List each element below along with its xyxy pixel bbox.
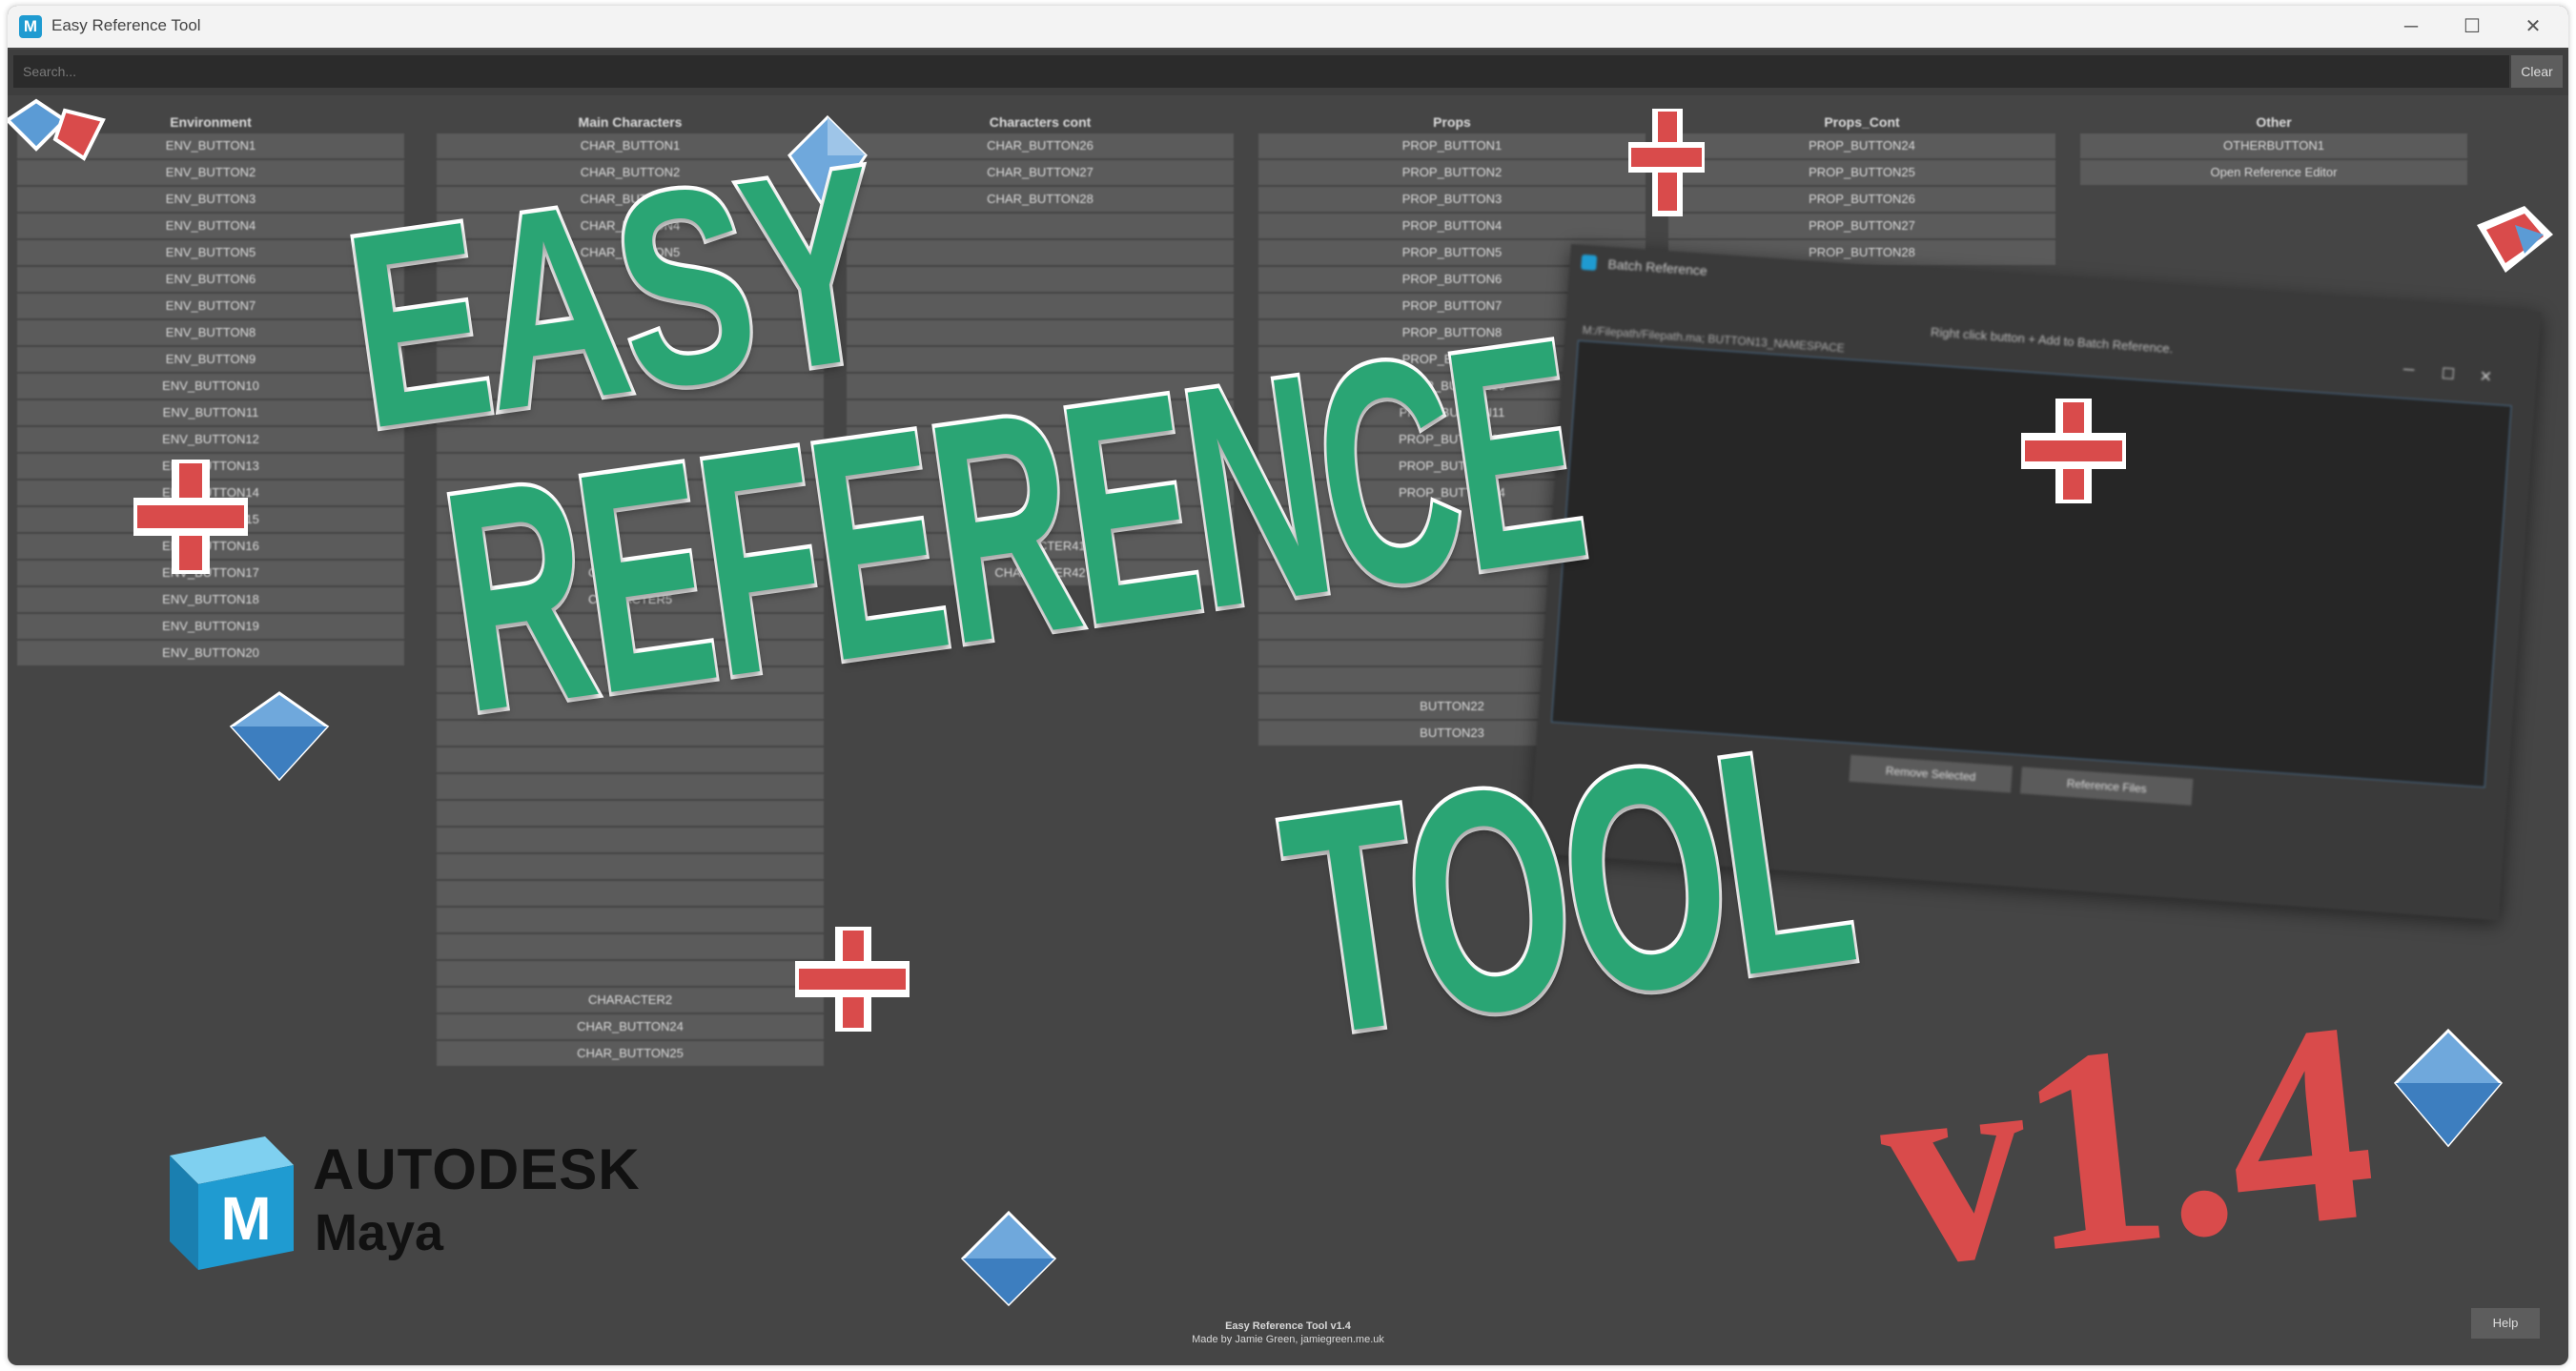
- maya-app-icon: [1581, 254, 1598, 271]
- footer-credits: Easy Reference Tool v1.4 Made by Jamie G…: [8, 1320, 2568, 1346]
- diamond-icon: [2393, 1028, 2504, 1148]
- maya-cube-icon: M: [170, 1136, 294, 1270]
- diamond-icon: [961, 1211, 1056, 1306]
- reference-button[interactable]: PROP_BUTTON26: [1668, 187, 2055, 212]
- reference-button[interactable]: [437, 934, 824, 959]
- reference-button[interactable]: ENV_BUTTON8: [17, 320, 404, 345]
- reference-button[interactable]: [437, 854, 824, 879]
- reference-button[interactable]: [437, 908, 824, 932]
- search-input[interactable]: [13, 55, 2509, 88]
- plus-icon: [1628, 109, 1705, 216]
- reference-button[interactable]: PROP_BUTTON2: [1258, 160, 1646, 185]
- reference-button[interactable]: [437, 881, 824, 906]
- clear-button[interactable]: Clear: [2511, 55, 2563, 88]
- column-other: Other OTHERBUTTON1 Open Reference Editor: [2080, 111, 2467, 187]
- reference-button[interactable]: ENV_BUTTON20: [17, 641, 404, 665]
- reference-button[interactable]: PROP_BUTTON25: [1668, 160, 2055, 185]
- maya-cube-letter: M: [220, 1184, 271, 1253]
- diamond-icon: [8, 98, 106, 161]
- reference-button[interactable]: PROP_BUTTON1: [1258, 133, 1646, 158]
- reference-button[interactable]: ENV_BUTTON10: [17, 374, 404, 399]
- title-bar: M Easy Reference Tool ─ ☐ ✕: [8, 6, 2568, 48]
- footer-version: Easy Reference Tool v1.4: [1225, 1320, 1351, 1332]
- reference-button[interactable]: [847, 267, 1234, 292]
- reference-button[interactable]: PROP_BUTTON4: [1258, 214, 1646, 238]
- footer-author: Made by Jamie Green, jamiegreen.me.uk: [1192, 1334, 1384, 1345]
- reference-button[interactable]: PROP_BUTTON27: [1668, 214, 2055, 238]
- autodesk-wordmark: AUTODESK: [313, 1137, 641, 1201]
- maya-app-icon: M: [19, 15, 42, 38]
- autodesk-maya-logo: M AUTODESK Maya: [160, 1127, 694, 1308]
- reference-button[interactable]: CHARACTER2: [437, 988, 824, 1013]
- reference-button[interactable]: [437, 828, 824, 852]
- help-button[interactable]: Help: [2471, 1308, 2540, 1339]
- reference-button[interactable]: ENV_BUTTON18: [17, 587, 404, 612]
- reference-button[interactable]: [847, 240, 1234, 265]
- reference-button[interactable]: CHAR_BUTTON25: [437, 1041, 824, 1066]
- reference-button[interactable]: CHAR_BUTTON27: [847, 160, 1234, 185]
- reference-button[interactable]: PROP_BUTTON3: [1258, 187, 1646, 212]
- reference-button[interactable]: CHAR_BUTTON28: [847, 187, 1234, 212]
- reference-button[interactable]: Open Reference Editor: [2080, 160, 2467, 185]
- reference-button[interactable]: ENV_BUTTON11: [17, 400, 404, 425]
- maya-wordmark: Maya: [315, 1204, 444, 1261]
- reference-button[interactable]: OTHERBUTTON1: [2080, 133, 2467, 158]
- version-badge: v1.4: [1867, 961, 2383, 1328]
- window-title: Easy Reference Tool: [51, 16, 201, 34]
- column-header: Props: [1433, 114, 1471, 130]
- reference-button[interactable]: ENV_BUTTON9: [17, 347, 404, 372]
- plus-icon: [133, 460, 248, 574]
- reference-button[interactable]: [847, 214, 1234, 238]
- maximize-button[interactable]: ☐: [2456, 13, 2488, 40]
- reference-files-button[interactable]: Reference Files: [2019, 767, 2194, 806]
- plus-icon: [795, 927, 910, 1032]
- reference-button[interactable]: CHAR_BUTTON26: [847, 133, 1234, 158]
- diamond-icon: [2477, 206, 2553, 273]
- column-props-cont: Props_Cont PROP_BUTTON24 PROP_BUTTON25 PROP…: [1668, 111, 2055, 267]
- title-line-tool: TOOL: [1263, 673, 1871, 1106]
- plus-icon: [2021, 399, 2126, 503]
- minimize-button[interactable]: ─: [2395, 13, 2427, 40]
- column-header: Props_Cont: [1824, 114, 1900, 130]
- reference-button[interactable]: [437, 961, 824, 986]
- reference-button[interactable]: [847, 294, 1234, 318]
- close-button[interactable]: ✕: [2517, 13, 2549, 40]
- search-bar: Clear: [8, 50, 2568, 95]
- reference-button[interactable]: [437, 801, 824, 826]
- reference-button[interactable]: PROP_BUTTON24: [1668, 133, 2055, 158]
- reference-button[interactable]: ENV_BUTTON7: [17, 294, 404, 318]
- remove-selected-button[interactable]: Remove Selected: [1849, 754, 2013, 793]
- app-window: M Easy Reference Tool ─ ☐ ✕ Clear Enviro…: [8, 6, 2568, 1365]
- diamond-icon: [229, 691, 330, 782]
- batch-title: Batch Reference: [1607, 256, 1708, 279]
- column-header: Characters cont: [989, 114, 1092, 130]
- column-header: Other: [2256, 114, 2292, 130]
- reference-button[interactable]: CHAR_BUTTON24: [437, 1014, 824, 1039]
- reference-button[interactable]: ENV_BUTTON12: [17, 427, 404, 452]
- reference-button[interactable]: ENV_BUTTON19: [17, 614, 404, 639]
